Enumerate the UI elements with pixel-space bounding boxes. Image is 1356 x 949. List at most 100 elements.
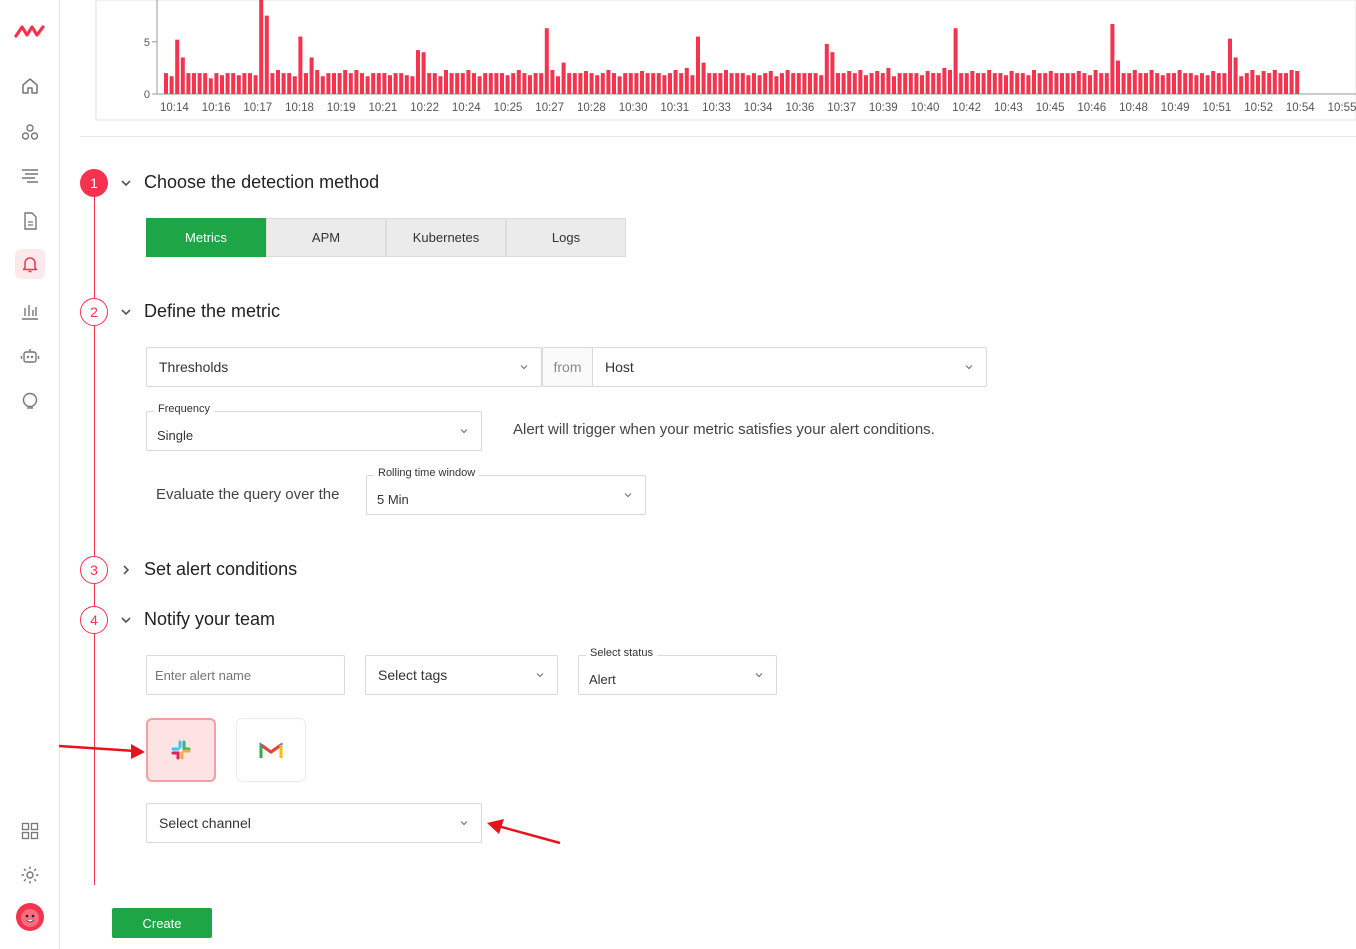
chart-bar[interactable] bbox=[169, 76, 174, 94]
chart-bar[interactable] bbox=[376, 73, 381, 94]
robot-icon[interactable] bbox=[18, 344, 42, 368]
chart-bar[interactable] bbox=[1188, 73, 1193, 94]
tab-logs[interactable]: Logs bbox=[506, 218, 626, 257]
chart-bar[interactable] bbox=[416, 50, 420, 94]
chart-bar[interactable] bbox=[276, 69, 280, 94]
chart-bar[interactable] bbox=[987, 69, 992, 94]
ai-assistant-icon[interactable] bbox=[18, 389, 42, 413]
list-icon[interactable] bbox=[18, 164, 42, 188]
chart-bar[interactable] bbox=[684, 67, 689, 94]
chart-bar[interactable] bbox=[757, 75, 762, 94]
create-button[interactable]: Create bbox=[112, 908, 212, 938]
chart-bar[interactable] bbox=[1076, 71, 1081, 94]
chart-bar[interactable] bbox=[1144, 73, 1148, 94]
chart-bar[interactable] bbox=[970, 71, 975, 94]
chart-bar[interactable] bbox=[847, 71, 852, 94]
chart-bar[interactable] bbox=[382, 73, 387, 94]
chart-bar[interactable] bbox=[903, 73, 908, 94]
chart-bar[interactable] bbox=[444, 69, 448, 94]
step-title-metric[interactable]: Define the metric bbox=[144, 301, 280, 322]
chart-bar[interactable] bbox=[925, 71, 930, 94]
chart-bar[interactable] bbox=[584, 71, 588, 94]
chart-bar[interactable] bbox=[287, 73, 292, 94]
chart-bar[interactable] bbox=[281, 73, 286, 94]
slack-channel-button[interactable] bbox=[146, 718, 216, 782]
chart-bar[interactable] bbox=[365, 76, 370, 94]
chart-bar[interactable] bbox=[220, 75, 224, 94]
chart-bar[interactable] bbox=[1272, 69, 1277, 94]
chart-bar[interactable] bbox=[533, 73, 538, 94]
status-select[interactable]: Alert bbox=[578, 655, 777, 695]
chart-bar[interactable] bbox=[539, 73, 544, 94]
chart-bar[interactable] bbox=[1194, 75, 1199, 94]
chart-bar[interactable] bbox=[337, 73, 342, 94]
chart-bar[interactable] bbox=[1289, 69, 1294, 94]
chart-bar[interactable] bbox=[1009, 71, 1014, 94]
chart-bar[interactable] bbox=[1093, 69, 1098, 94]
chart-bar[interactable] bbox=[1082, 73, 1087, 94]
chart-bar[interactable] bbox=[309, 57, 314, 94]
chart-bar[interactable] bbox=[712, 73, 717, 94]
chart-bar[interactable] bbox=[1054, 73, 1059, 94]
chart-bar[interactable] bbox=[1216, 73, 1221, 94]
chart-bar[interactable] bbox=[231, 73, 236, 94]
chart-bar[interactable] bbox=[438, 76, 443, 94]
chart-bar[interactable] bbox=[1239, 76, 1244, 94]
chart-bar[interactable] bbox=[472, 73, 476, 94]
chart-bar[interactable] bbox=[556, 76, 560, 94]
chart-bar[interactable] bbox=[1211, 71, 1216, 94]
chart-bar[interactable] bbox=[819, 75, 824, 94]
chart-bar[interactable] bbox=[808, 73, 812, 94]
chart-bar[interactable] bbox=[813, 73, 818, 94]
chart-bar[interactable] bbox=[920, 75, 924, 94]
chart-bar[interactable] bbox=[466, 69, 471, 94]
chart-bar[interactable] bbox=[673, 69, 678, 94]
grid-icon[interactable] bbox=[18, 819, 42, 843]
chart-bar[interactable] bbox=[259, 0, 264, 94]
chart-bar[interactable] bbox=[578, 73, 583, 94]
rolling-window-select[interactable]: 5 Min bbox=[366, 475, 646, 515]
chart-bar[interactable] bbox=[528, 75, 532, 94]
chart-bar[interactable] bbox=[774, 76, 779, 94]
chart-bar[interactable] bbox=[1183, 73, 1188, 94]
chart-bar[interactable] bbox=[1099, 73, 1104, 94]
chart-bar[interactable] bbox=[763, 73, 768, 94]
chart-bar[interactable] bbox=[830, 52, 835, 94]
chart-bar[interactable] bbox=[1172, 73, 1176, 94]
chart-bar[interactable] bbox=[432, 73, 437, 94]
chart-bar[interactable] bbox=[572, 73, 577, 94]
chart-bar[interactable] bbox=[197, 73, 202, 94]
chart-bar[interactable] bbox=[1116, 60, 1120, 94]
chart-bar[interactable] bbox=[1261, 71, 1266, 94]
tab-kubernetes[interactable]: Kubernetes bbox=[386, 218, 506, 257]
chart-bar[interactable] bbox=[164, 73, 168, 94]
chart-bar[interactable] bbox=[399, 73, 404, 94]
chart-bar[interactable] bbox=[1043, 73, 1048, 94]
chart-bar[interactable] bbox=[511, 73, 516, 94]
chart-bar[interactable] bbox=[393, 73, 398, 94]
chart-bar[interactable] bbox=[505, 75, 510, 94]
chevron-down-icon[interactable] bbox=[119, 305, 133, 319]
chart-bar[interactable] bbox=[298, 36, 303, 94]
chart-bar[interactable] bbox=[236, 75, 241, 94]
alert-name-input[interactable] bbox=[146, 655, 345, 695]
chart-bar[interactable] bbox=[752, 73, 756, 94]
chart-bar[interactable] bbox=[410, 76, 415, 94]
chart-bar[interactable] bbox=[1256, 75, 1260, 94]
chevron-down-icon[interactable] bbox=[119, 613, 133, 627]
tab-metrics[interactable]: Metrics bbox=[146, 218, 266, 257]
chart-bar[interactable] bbox=[460, 73, 465, 94]
chart-bar[interactable] bbox=[600, 73, 605, 94]
chart-bar[interactable] bbox=[455, 73, 460, 94]
chart-bar[interactable] bbox=[1228, 38, 1232, 94]
chart-bar[interactable] bbox=[992, 73, 997, 94]
chart-bar[interactable] bbox=[1015, 73, 1020, 94]
chart-bar[interactable] bbox=[595, 75, 600, 94]
chart-bar[interactable] bbox=[516, 69, 521, 94]
chart-bar[interactable] bbox=[320, 76, 325, 94]
chart-bar[interactable] bbox=[248, 73, 252, 94]
chart-bar[interactable] bbox=[315, 69, 320, 94]
chart-bar[interactable] bbox=[768, 71, 773, 94]
chart-bar[interactable] bbox=[192, 73, 196, 94]
chart-bar[interactable] bbox=[1132, 69, 1137, 94]
